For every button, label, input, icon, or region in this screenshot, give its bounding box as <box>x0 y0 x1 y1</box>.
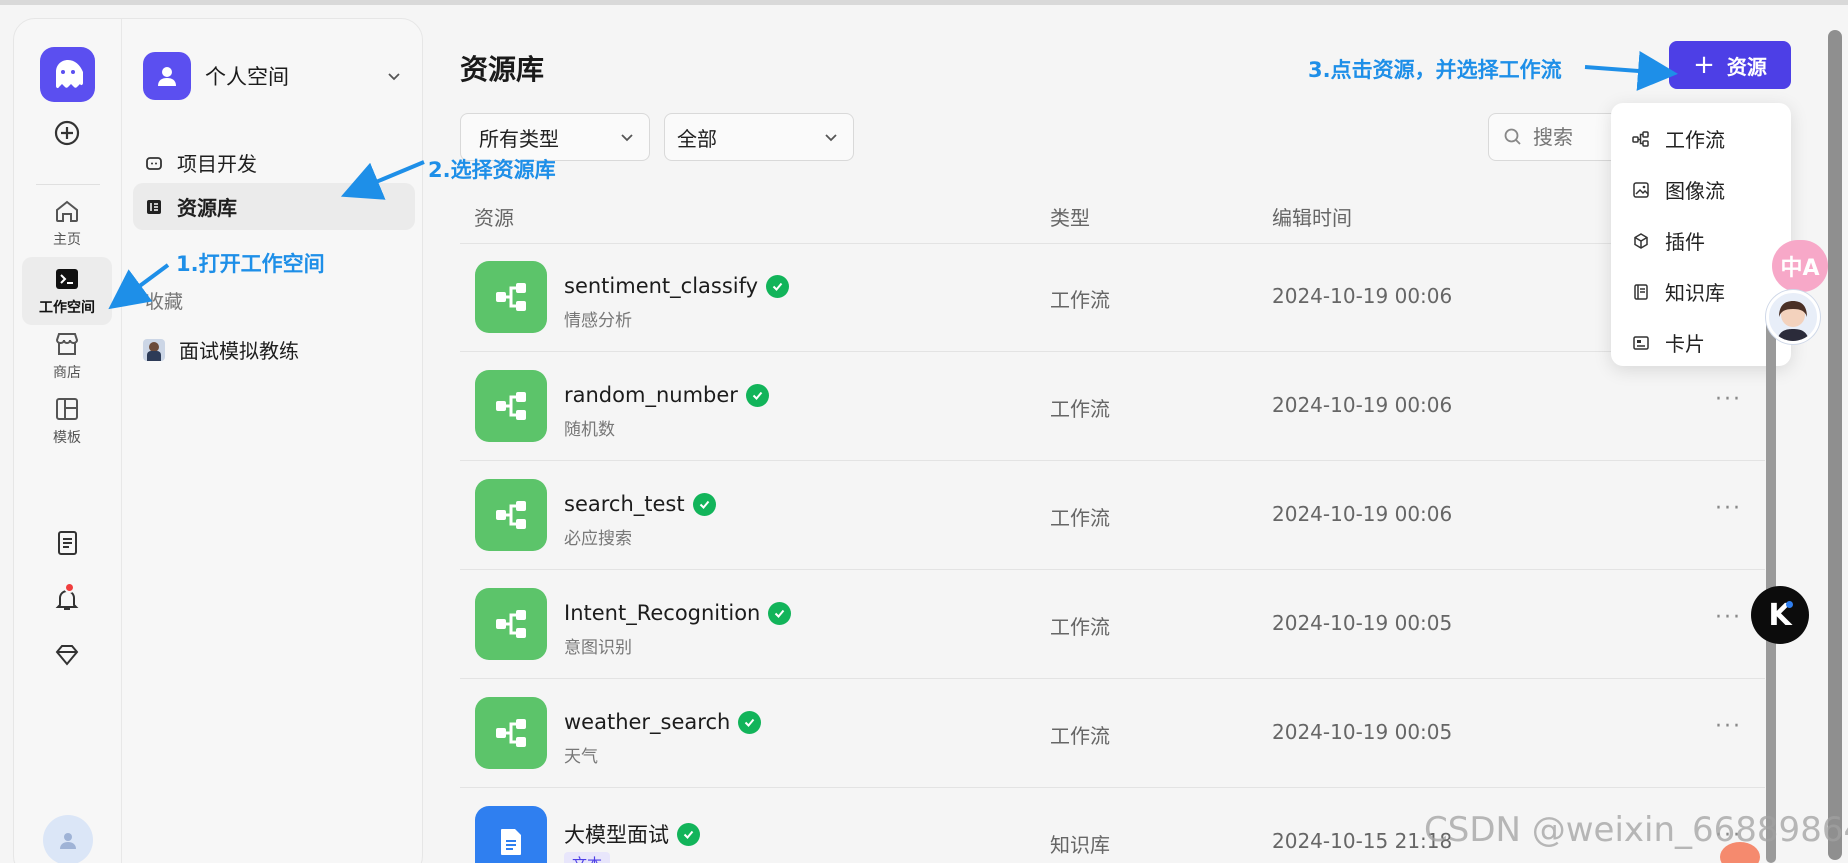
assistant-avatar-icon <box>1777 301 1809 341</box>
annotation-step3: 3.点击资源，并选择工作流 <box>1308 58 1562 82</box>
translate-icon: 中A <box>1780 256 1820 281</box>
k-dot <box>1786 601 1793 608</box>
arrow-step2 <box>340 160 425 200</box>
translate-float-button[interactable]: 中A <box>1772 240 1828 292</box>
page-scrollbar[interactable] <box>1828 30 1842 860</box>
watermark: CSDN @weixin_66889864 <box>1424 810 1848 850</box>
arrow-step1 <box>108 263 170 310</box>
annotation-arrows <box>108 50 1678 310</box>
annotation-step2: 2.选择资源库 <box>428 158 556 182</box>
arrow-step3 <box>1584 50 1678 91</box>
annotation-step1: 1.打开工作空间 <box>176 252 325 276</box>
k-float-button[interactable]: K <box>1751 586 1809 644</box>
assistant-avatar-button[interactable] <box>1766 290 1820 344</box>
